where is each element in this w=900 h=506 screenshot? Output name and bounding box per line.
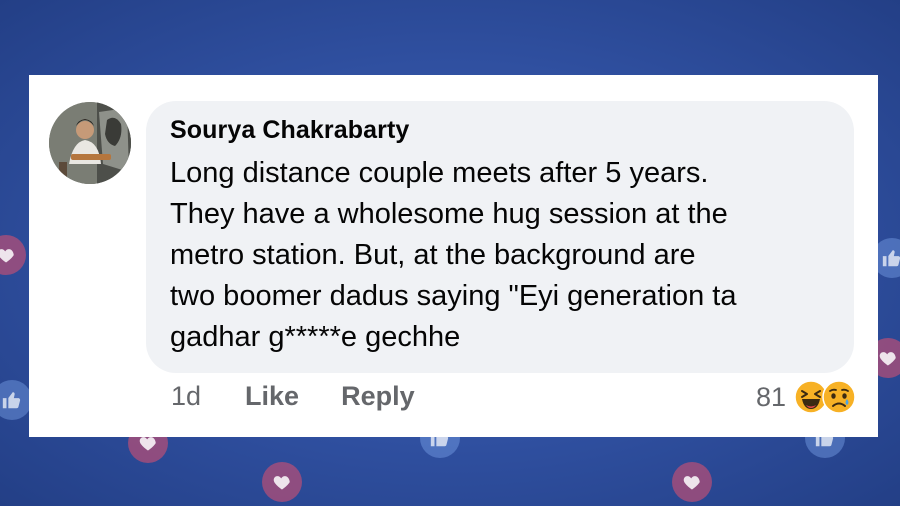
- background-heart-icon: [672, 462, 712, 502]
- comment-line: Long distance couple meets after 5 years…: [170, 157, 709, 189]
- comment-line: They have a wholesome hug session at the: [170, 198, 728, 230]
- author-name[interactable]: Sourya Chakrabarty: [170, 116, 409, 145]
- comment-bubble: Sourya Chakrabarty Long distance couple …: [146, 101, 854, 373]
- like-button[interactable]: Like: [245, 381, 299, 412]
- comment-actions: 1d Like Reply: [171, 381, 457, 412]
- reaction-summary[interactable]: 81: [756, 380, 856, 414]
- reply-button[interactable]: Reply: [341, 381, 415, 412]
- comment-card: Sourya Chakrabarty Long distance couple …: [29, 75, 878, 437]
- comment-line: gadhar g*****e gechhe: [170, 321, 461, 353]
- sad-emoji-icon: [822, 380, 856, 414]
- comment-text: Long distance couple meets after 5 years…: [170, 153, 830, 358]
- comment-timestamp[interactable]: 1d: [171, 381, 201, 412]
- background-like-icon: [0, 380, 32, 420]
- avatar[interactable]: [49, 102, 131, 184]
- background-heart-icon: [262, 462, 302, 502]
- background-heart-icon: [0, 235, 26, 275]
- comment-line: metro station. But, at the background ar…: [170, 239, 696, 271]
- comment-line: two boomer dadus saying "Eyi generation …: [170, 280, 737, 312]
- reaction-count: 81: [755, 381, 786, 412]
